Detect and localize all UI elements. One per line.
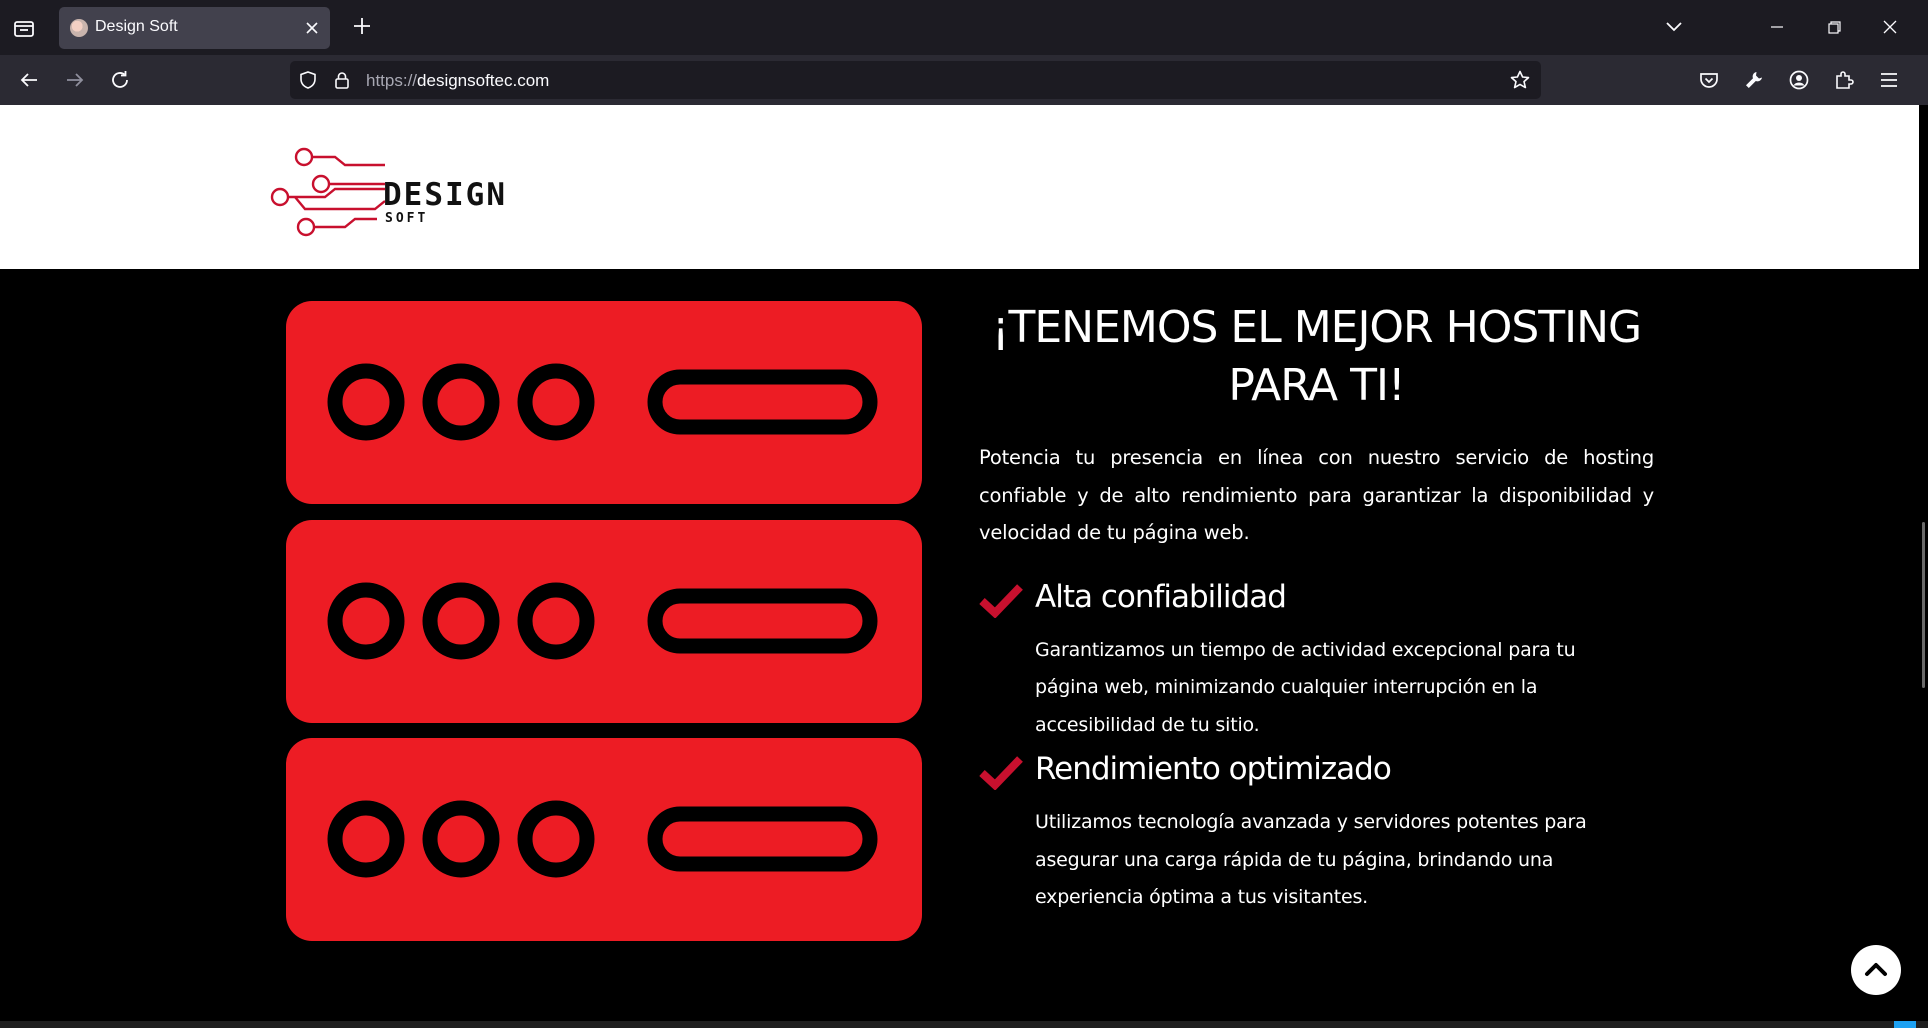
checkmark-icon [979, 583, 1023, 618]
url-bar[interactable]: https://designsoftec.com [290, 61, 1541, 99]
forward-arrow-icon[interactable] [63, 68, 87, 92]
site-logo[interactable]: DESIGN SOFT [265, 145, 515, 240]
account-icon[interactable] [1787, 68, 1811, 92]
arrow-up-icon [1865, 963, 1887, 976]
browser-toolbar: https://designsoftec.com [0, 55, 1928, 105]
site-header: DESIGN SOFT [0, 105, 1919, 269]
extensions-icon[interactable] [1832, 68, 1856, 92]
back-arrow-icon[interactable] [17, 68, 41, 92]
logo-subtext: SOFT [385, 211, 429, 226]
feature-text: Utilizamos tecnología avanzada y servido… [1035, 811, 1587, 908]
server-rack-icon [286, 301, 922, 941]
feature-item: Alta confiabilidad Garantizamos un tiemp… [979, 574, 1654, 745]
url-host: designsoftec.com [417, 71, 550, 90]
shield-icon[interactable] [298, 70, 318, 90]
page-scrollbar[interactable] [1919, 105, 1928, 1021]
scroll-to-top-button[interactable] [1851, 945, 1901, 995]
wrench-icon[interactable] [1742, 68, 1766, 92]
favicon-icon [70, 19, 88, 37]
browser-tab-bar: Design Soft [0, 0, 1928, 55]
restore-icon[interactable] [1819, 12, 1849, 42]
feature-title: Rendimiento optimizado [1035, 751, 1392, 787]
tab-title: Design Soft [95, 18, 178, 35]
logo-wordmark: DESIGN [383, 177, 507, 213]
chevron-down-icon[interactable] [1662, 14, 1686, 38]
feature-title: Alta confiabilidad [1035, 578, 1287, 615]
section-headline: ¡TENEMOS EL MEJOR HOSTING PARA TI! [991, 302, 1642, 411]
bottom-accent [1894, 1021, 1916, 1028]
reload-icon[interactable] [108, 68, 132, 92]
section-intro: Potencia tu presencia en línea con nuest… [979, 446, 1654, 544]
hosting-section: ¡TENEMOS EL MEJOR HOSTING PARA TI! Poten… [0, 269, 1919, 1021]
hosting-content: ¡TENEMOS EL MEJOR HOSTING PARA TI! Poten… [979, 299, 1654, 917]
feature-text: Garantizamos un tiempo de actividad exce… [1035, 638, 1576, 736]
scrollbar-thumb[interactable] [1922, 522, 1925, 688]
page-bottom-strip [0, 1021, 1928, 1028]
feature-item: Rendimiento optimizado Utilizamos tecnol… [979, 746, 1654, 917]
url-protocol: https:// [366, 71, 418, 90]
circuit-logo-icon [270, 147, 385, 237]
menu-icon[interactable] [1877, 68, 1901, 92]
url-text[interactable]: https://designsoftec.com [366, 71, 549, 91]
checkmark-icon [979, 756, 1023, 790]
lock-icon[interactable] [332, 70, 352, 90]
browser-tab[interactable]: Design Soft [59, 7, 330, 49]
window-close-icon[interactable] [1875, 12, 1905, 42]
pocket-icon[interactable] [1697, 68, 1721, 92]
close-icon[interactable] [302, 18, 322, 38]
tab-list-icon[interactable] [10, 14, 38, 42]
star-icon[interactable] [1509, 69, 1531, 91]
plus-icon[interactable] [350, 14, 374, 38]
minimize-icon[interactable] [1762, 12, 1792, 42]
